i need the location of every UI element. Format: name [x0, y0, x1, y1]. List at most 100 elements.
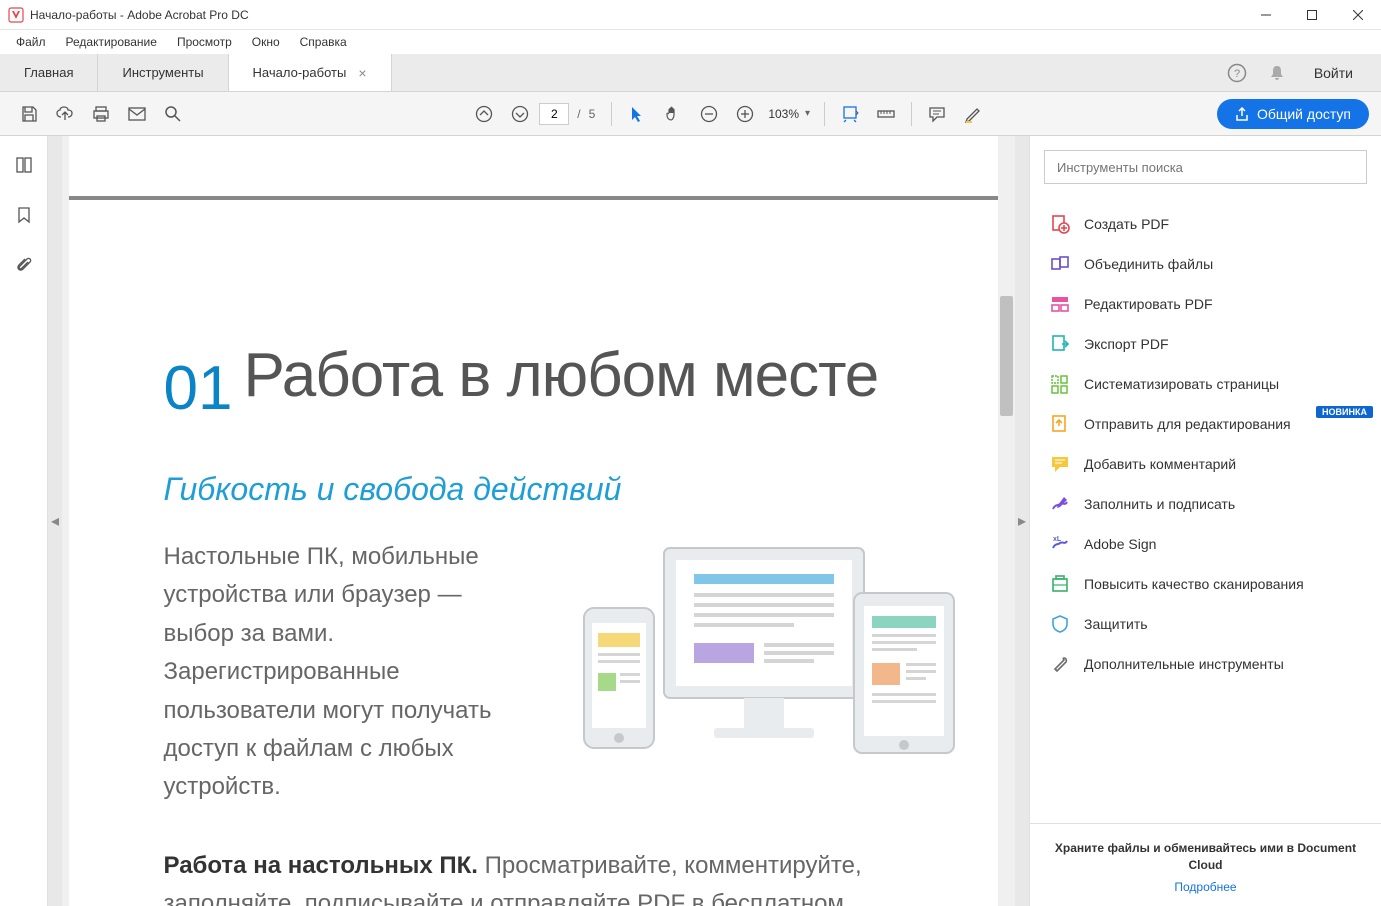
tab-document[interactable]: Начало-работы ×: [229, 54, 392, 91]
tool-label: Создать PDF: [1084, 216, 1169, 232]
tab-close-icon[interactable]: ×: [358, 65, 366, 81]
tool-create-pdf[interactable]: Создать PDF: [1030, 204, 1381, 244]
tool-label: Редактировать PDF: [1084, 296, 1213, 312]
tool-fill-sign[interactable]: Заполнить и подписать: [1030, 484, 1381, 524]
doc-title: Работа в любом месте: [244, 340, 1009, 411]
doc-paragraph-2: Работа на настольных ПК. Просматривайте,…: [164, 847, 924, 906]
right-collapse-handle[interactable]: ▸: [1015, 136, 1029, 906]
tool-organize-pages[interactable]: Систематизировать страницы: [1030, 364, 1381, 404]
page-total: 5: [589, 107, 596, 121]
zoom-dropdown[interactable]: ▾: [805, 108, 810, 119]
tool-more[interactable]: Дополнительные инструменты: [1030, 644, 1381, 684]
cloud-button[interactable]: [48, 97, 82, 131]
fill-sign-icon: [1050, 494, 1070, 514]
tool-edit-pdf[interactable]: Редактировать PDF: [1030, 284, 1381, 324]
tabbar-right: ? Войти: [1226, 54, 1381, 91]
scan-icon: [1050, 574, 1070, 594]
share-button[interactable]: Общий доступ: [1217, 99, 1369, 129]
page-separator: /: [577, 107, 580, 121]
combine-icon: [1050, 254, 1070, 274]
window-title: Начало-работы - Adobe Acrobat Pro DC: [30, 8, 1243, 22]
shield-icon: [1050, 614, 1070, 634]
share-label: Общий доступ: [1257, 106, 1351, 122]
tab-tools[interactable]: Инструменты: [98, 54, 228, 91]
tools-search-box[interactable]: [1044, 150, 1367, 184]
maximize-button[interactable]: [1289, 0, 1335, 30]
menu-edit[interactable]: Редактирование: [56, 33, 167, 51]
titlebar: Начало-работы - Adobe Acrobat Pro DC: [0, 0, 1381, 30]
send-review-icon: [1050, 414, 1070, 434]
toolbar-separator: [911, 102, 912, 126]
toolbar: / 5 103% ▾ Общий доступ: [0, 92, 1381, 136]
scrollbar-track[interactable]: [998, 136, 1015, 906]
left-sidebar: [0, 136, 48, 906]
document-page: 01 Работа в любом месте Гибкость и свобо…: [69, 136, 1009, 906]
tool-protect[interactable]: Защитить: [1030, 604, 1381, 644]
tabbar: Главная Инструменты Начало-работы × ? Во…: [0, 54, 1381, 92]
page-down-button[interactable]: [503, 97, 537, 131]
print-button[interactable]: [84, 97, 118, 131]
tool-comment[interactable]: Добавить комментарий: [1030, 444, 1381, 484]
doc-para2-bold: Работа на настольных ПК.: [164, 852, 478, 879]
fit-width-button[interactable]: [833, 97, 867, 131]
document-area: ◂ 01 Работа в любом месте Гибкость и сво…: [48, 136, 1029, 906]
tool-label: Систематизировать страницы: [1084, 376, 1279, 392]
document-scroll[interactable]: 01 Работа в любом месте Гибкость и свобо…: [62, 136, 1015, 906]
zoom-in-button[interactable]: [728, 97, 762, 131]
tool-label: Заполнить и подписать: [1084, 496, 1235, 512]
tab-document-label: Начало-работы: [253, 65, 347, 80]
edit-pdf-icon: [1050, 294, 1070, 314]
tool-send-review[interactable]: Отправить для редактированияНОВИНКА: [1030, 404, 1381, 444]
comment-button[interactable]: [920, 97, 954, 131]
select-tool-button[interactable]: [620, 97, 654, 131]
minimize-button[interactable]: [1243, 0, 1289, 30]
tab-tools-label: Инструменты: [122, 65, 203, 80]
toolbar-separator: [611, 102, 612, 126]
login-link[interactable]: Войти: [1306, 65, 1361, 81]
tool-label: Отправить для редактирования: [1084, 416, 1291, 432]
window-controls: [1243, 0, 1381, 30]
page-up-button[interactable]: [467, 97, 501, 131]
tool-export-pdf[interactable]: Экспорт PDF: [1030, 324, 1381, 364]
tool-combine[interactable]: Объединить файлы: [1030, 244, 1381, 284]
toolbar-separator: [824, 102, 825, 126]
doc-illustration: [564, 538, 964, 778]
content-area: ◂ 01 Работа в любом месте Гибкость и сво…: [0, 136, 1381, 906]
tool-label: Объединить файлы: [1084, 256, 1213, 272]
menu-view[interactable]: Просмотр: [167, 33, 242, 51]
page-number-input[interactable]: [539, 103, 569, 125]
doc-subtitle: Гибкость и свобода действий: [164, 471, 1009, 508]
tool-enhance-scan[interactable]: Повысить качество сканирования: [1030, 564, 1381, 604]
menu-window[interactable]: Окно: [242, 33, 290, 51]
svg-text:xL: xL: [1053, 536, 1062, 543]
attachments-button[interactable]: [13, 254, 35, 276]
tab-home-label: Главная: [24, 65, 73, 80]
menu-help[interactable]: Справка: [290, 33, 357, 51]
mail-button[interactable]: [120, 97, 154, 131]
ruler-button[interactable]: [869, 97, 903, 131]
help-button[interactable]: ?: [1226, 62, 1248, 84]
scrollbar-thumb[interactable]: [1000, 296, 1013, 416]
zoom-out-button[interactable]: [692, 97, 726, 131]
menu-file[interactable]: Файл: [6, 33, 56, 51]
bookmarks-button[interactable]: [13, 204, 35, 226]
create-pdf-icon: [1050, 214, 1070, 234]
svg-text:?: ?: [1234, 68, 1240, 80]
comment-icon: [1050, 454, 1070, 474]
hand-tool-button[interactable]: [656, 97, 690, 131]
left-collapse-handle[interactable]: ◂: [48, 136, 62, 906]
tool-adobe-sign[interactable]: xLAdobe Sign: [1030, 524, 1381, 564]
save-button[interactable]: [12, 97, 46, 131]
tab-home[interactable]: Главная: [0, 54, 98, 91]
tool-label: Защитить: [1084, 616, 1148, 632]
tool-list: Создать PDF Объединить файлы Редактирова…: [1030, 198, 1381, 823]
close-button[interactable]: [1335, 0, 1381, 30]
app-icon: [8, 7, 24, 23]
notifications-button[interactable]: [1266, 62, 1288, 84]
search-button[interactable]: [156, 97, 190, 131]
tools-search-input[interactable]: [1057, 160, 1354, 175]
highlight-button[interactable]: [956, 97, 990, 131]
thumbnails-button[interactable]: [13, 154, 35, 176]
promo-link[interactable]: Подробнее: [1174, 880, 1236, 894]
promo-box: Храните файлы и обменивайтесь ими в Docu…: [1030, 823, 1381, 906]
